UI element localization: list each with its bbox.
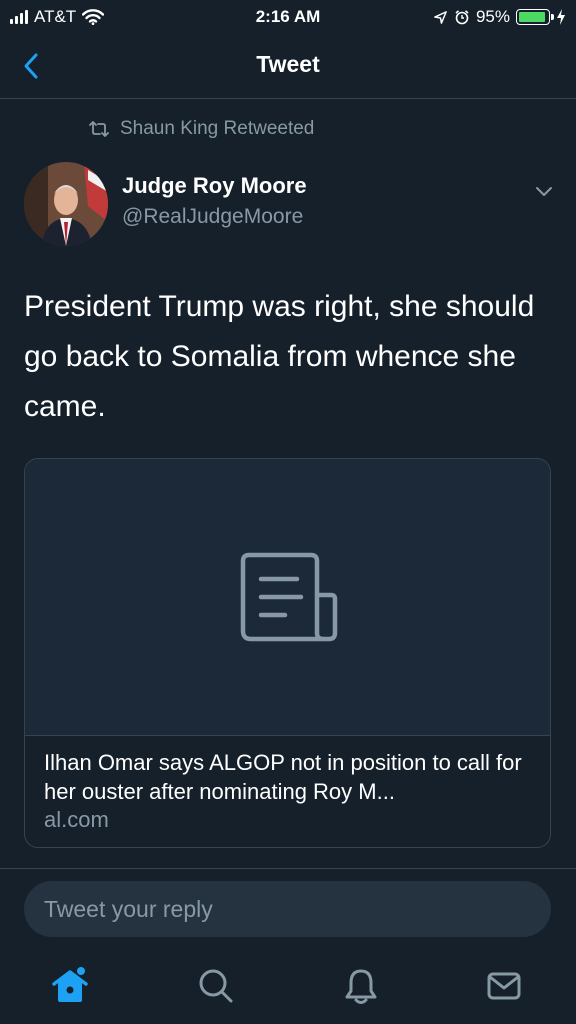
author-block[interactable]: Judge Roy Moore @RealJudgeMoore <box>122 173 307 229</box>
tweet-text: President Trump was right, she should go… <box>24 290 535 423</box>
battery-percent: 95% <box>475 7 510 26</box>
location-icon <box>434 10 447 24</box>
divider <box>0 868 576 869</box>
chevron-down-icon <box>536 187 552 196</box>
home-icon <box>52 967 88 1002</box>
tweet-options-button[interactable] <box>530 178 558 206</box>
charging-icon <box>557 9 565 25</box>
status-bar: AT&T 2:16 AM 95% <box>0 0 576 34</box>
retweeted-by-label: Shaun King Retweeted <box>120 118 315 139</box>
link-card[interactable]: Ilhan Omar says ALGOP not in position to… <box>24 458 551 848</box>
nav-bar: Tweet <box>0 34 576 99</box>
avatar[interactable] <box>24 162 108 246</box>
messages-icon <box>487 972 521 1000</box>
document-icon <box>240 552 338 642</box>
reply-input[interactable]: Tweet your reply <box>24 881 551 937</box>
link-card-title: Ilhan Omar says ALGOP not in position to… <box>44 750 522 804</box>
tab-notifications[interactable] <box>337 962 385 1010</box>
tab-bar <box>0 950 576 1024</box>
search-icon <box>199 969 233 1003</box>
notifications-icon <box>345 969 377 1004</box>
avatar-image <box>24 162 108 246</box>
alarm-icon <box>455 10 469 25</box>
retweet-context[interactable]: Shaun King Retweeted <box>88 118 314 140</box>
tab-messages[interactable] <box>480 962 528 1010</box>
battery-icon <box>516 9 554 25</box>
page-title: Tweet <box>256 51 320 77</box>
reply-placeholder: Tweet your reply <box>44 895 213 922</box>
author-handle: @RealJudgeMoore <box>122 205 304 228</box>
author-name: Judge Roy Moore <box>122 173 307 198</box>
link-card-domain: al.com <box>44 807 109 832</box>
status-right: 95% <box>433 6 566 28</box>
tab-search[interactable] <box>192 962 240 1010</box>
retweet-icon <box>89 121 109 137</box>
link-card-media <box>25 459 550 736</box>
tab-home[interactable] <box>46 962 94 1010</box>
